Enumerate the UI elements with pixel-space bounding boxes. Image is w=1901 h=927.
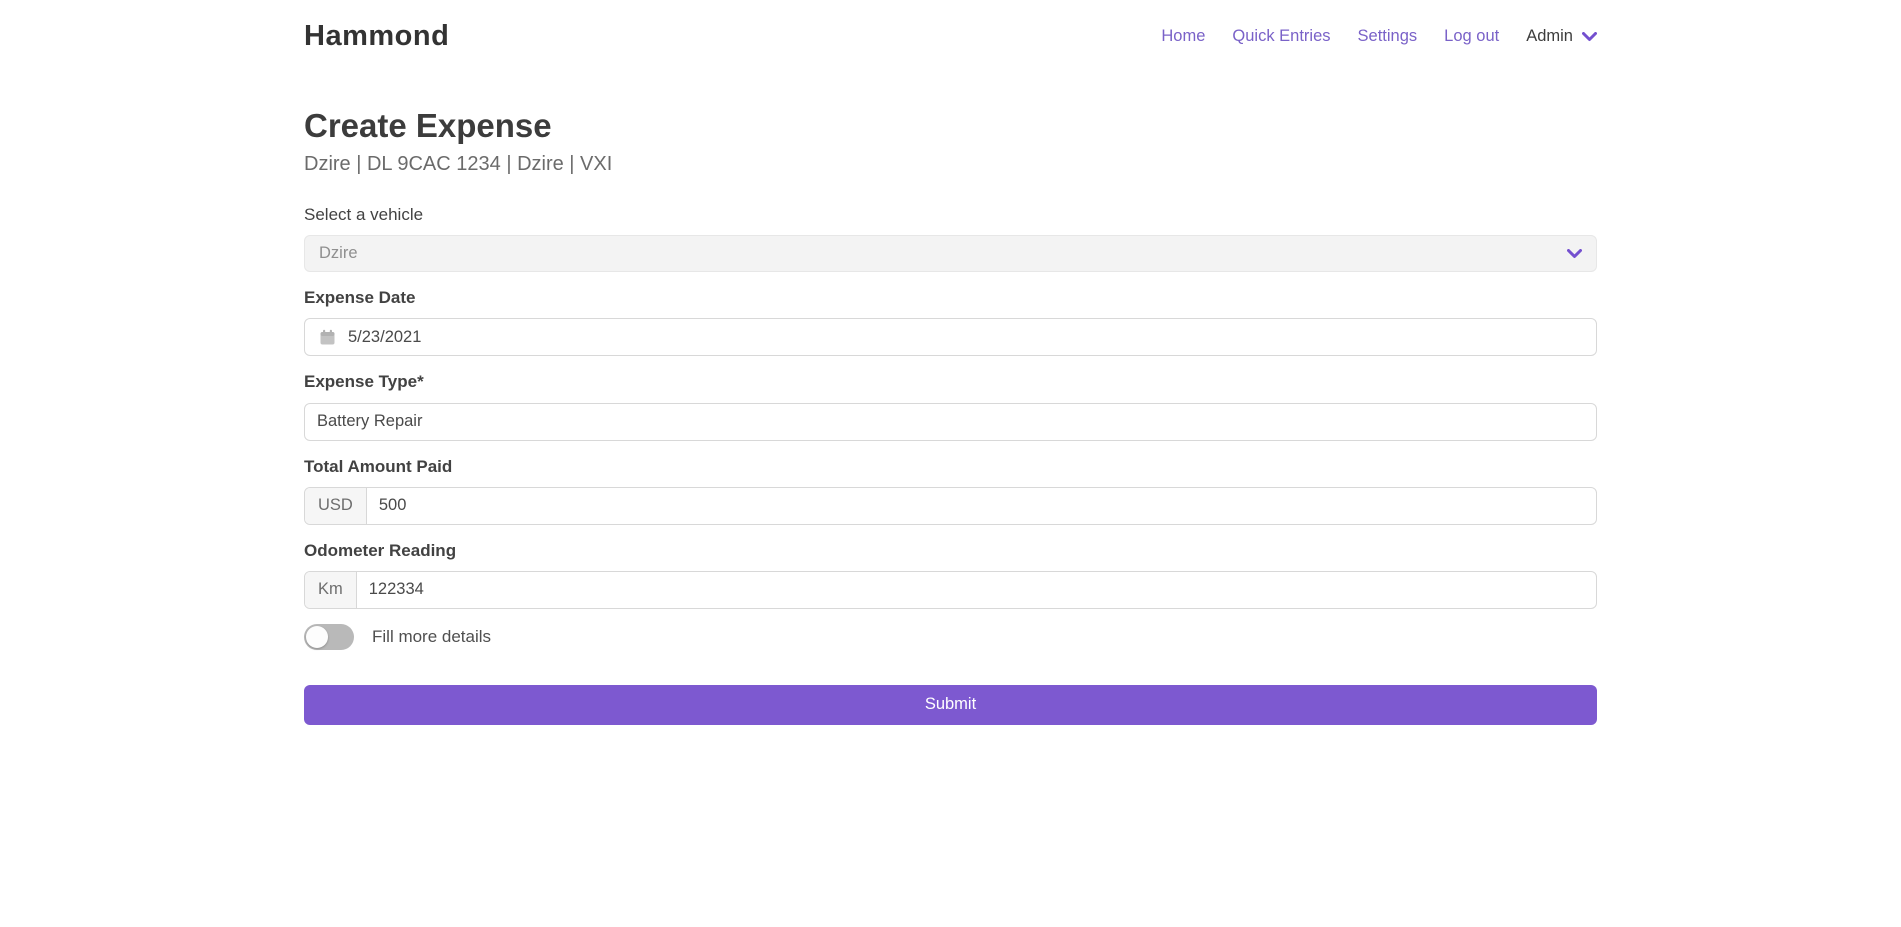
total-amount-label: Total Amount Paid bbox=[304, 456, 1597, 478]
nav-home[interactable]: Home bbox=[1161, 27, 1205, 46]
vehicle-field: Select a vehicle Dzire bbox=[304, 204, 1597, 272]
expense-type-input[interactable] bbox=[305, 404, 1596, 440]
app-logo[interactable]: Hammond bbox=[304, 20, 449, 53]
total-amount-field: Total Amount Paid USD bbox=[304, 456, 1597, 525]
nav-logout[interactable]: Log out bbox=[1444, 27, 1499, 46]
user-menu-label: Admin bbox=[1526, 27, 1573, 46]
nav-settings[interactable]: Settings bbox=[1358, 27, 1418, 46]
fill-more-details-label: Fill more details bbox=[372, 627, 491, 647]
currency-prefix: USD bbox=[305, 488, 367, 524]
expense-type-field: Expense Type* bbox=[304, 371, 1597, 440]
fill-more-details-row: Fill more details bbox=[304, 624, 1597, 650]
main-nav: Home Quick Entries Settings Log out Admi… bbox=[1161, 27, 1597, 46]
expense-date-input[interactable] bbox=[336, 319, 1596, 355]
total-amount-input[interactable] bbox=[367, 488, 1596, 524]
expense-form: Select a vehicle Dzire Expense Date bbox=[304, 204, 1597, 724]
submit-button[interactable]: Submit bbox=[304, 685, 1597, 725]
expense-date-label: Expense Date bbox=[304, 287, 1597, 309]
odometer-label: Odometer Reading bbox=[304, 540, 1597, 562]
expense-type-label: Expense Type* bbox=[304, 371, 1597, 393]
calendar-icon bbox=[319, 329, 336, 346]
vehicle-label: Select a vehicle bbox=[304, 204, 1597, 226]
odometer-field: Odometer Reading Km bbox=[304, 540, 1597, 609]
chevron-down-icon bbox=[1582, 32, 1597, 42]
distance-unit-prefix: Km bbox=[305, 572, 357, 608]
create-expense-page: Create Expense Dzire | DL 9CAC 1234 | Dz… bbox=[302, 105, 1599, 725]
toggle-knob bbox=[306, 626, 328, 648]
vehicle-select-value: Dzire bbox=[319, 244, 358, 263]
fill-more-details-toggle[interactable] bbox=[304, 624, 354, 650]
expense-date-field: Expense Date bbox=[304, 287, 1597, 356]
nav-quick-entries[interactable]: Quick Entries bbox=[1232, 27, 1330, 46]
odometer-input[interactable] bbox=[357, 572, 1596, 608]
user-menu[interactable]: Admin bbox=[1526, 27, 1597, 46]
vehicle-summary: Dzire | DL 9CAC 1234 | Dzire | VXI bbox=[304, 151, 1597, 177]
chevron-down-icon bbox=[1567, 249, 1582, 259]
page-title: Create Expense bbox=[304, 105, 1597, 146]
app-header: Hammond Home Quick Entries Settings Log … bbox=[0, 0, 1901, 53]
vehicle-select[interactable]: Dzire bbox=[304, 235, 1597, 272]
